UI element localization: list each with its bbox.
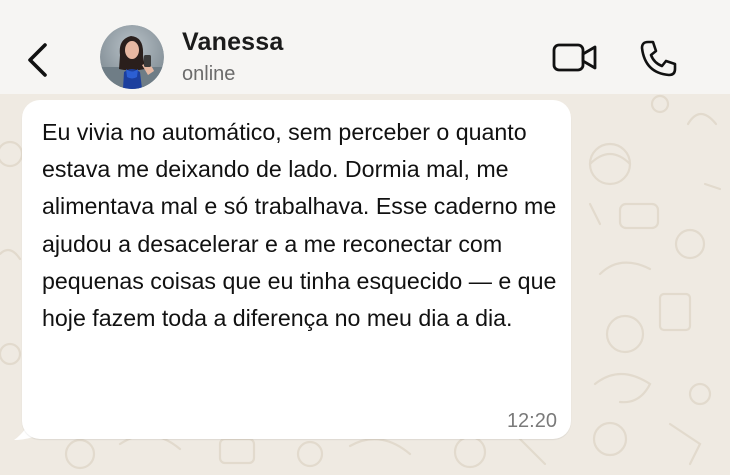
message-bubble[interactable]: Eu vivia no automático, sem perceber o q… xyxy=(22,100,571,439)
contact-status: online xyxy=(182,63,236,85)
chat-header: Vanessa online xyxy=(0,0,730,94)
message-time: 12:20 xyxy=(506,410,557,432)
phone-icon[interactable] xyxy=(636,37,680,81)
avatar[interactable] xyxy=(100,25,164,89)
video-camera-icon[interactable] xyxy=(550,40,600,76)
contact-name[interactable]: Vanessa xyxy=(182,28,284,57)
chevron-left-icon[interactable] xyxy=(20,38,54,82)
message-text: Eu vivia no automático, sem perceber o q… xyxy=(42,119,557,332)
